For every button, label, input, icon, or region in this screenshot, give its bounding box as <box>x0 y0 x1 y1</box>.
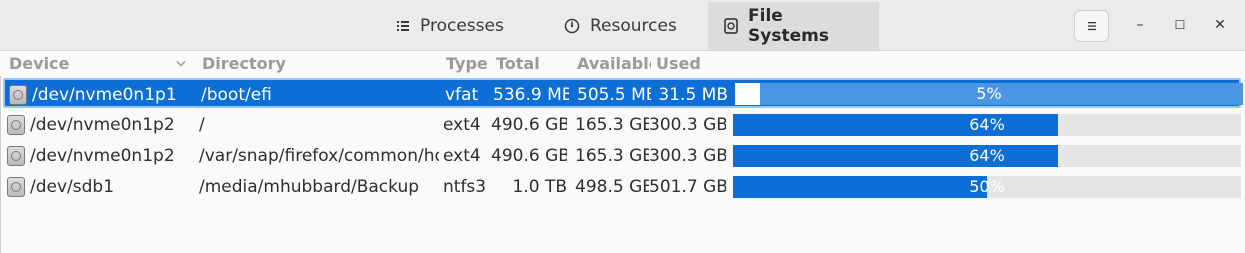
cell-device: /dev/sdb1 <box>30 177 115 197</box>
drive-icon <box>7 146 25 166</box>
cell-type: ext4 <box>443 146 481 166</box>
usage-bar: 64% <box>733 114 1241 136</box>
usage-percent: 64% <box>969 115 1005 134</box>
column-directory[interactable]: Directory <box>202 54 432 73</box>
maximize-button[interactable]: ☐ <box>1169 14 1191 36</box>
header-bar: Processes Resources File Systems – ☐ ✕ <box>0 0 1245 51</box>
usage-bar: 50% <box>733 176 1241 198</box>
cell-type: ext4 <box>443 115 481 135</box>
cell-used: 31.5 MB <box>658 85 728 105</box>
column-type[interactable]: Type <box>446 54 492 73</box>
usage-percent: 50% <box>969 177 1005 196</box>
column-used[interactable]: Used <box>656 54 726 73</box>
drive-icon <box>7 177 25 197</box>
cell-directory: /media/mhubbard/Backup <box>199 177 420 197</box>
cell-directory: /boot/efi <box>201 85 272 105</box>
cell-directory: / <box>199 115 205 135</box>
column-available[interactable]: Available <box>577 54 651 73</box>
cell-available: 165.3 GB <box>575 115 649 135</box>
cell-type: ntfs3 <box>443 177 487 197</box>
tab-label: Processes <box>420 16 504 36</box>
cell-used: 501.7 GB <box>649 177 726 197</box>
cell-total: 490.6 GB <box>491 115 567 135</box>
tab-label: File Systems <box>748 6 829 46</box>
maximize-icon: ☐ <box>1174 18 1186 32</box>
list-icon <box>397 21 409 31</box>
column-header: Device Directory Type Total Available Us… <box>0 52 1245 76</box>
cell-directory: /var/snap/firefox/common/host-hunspell <box>199 146 439 166</box>
hamburger-icon <box>1087 22 1096 31</box>
tab-label: Resources <box>590 16 677 36</box>
cell-available: 498.5 GB <box>575 177 649 197</box>
sort-chevron-down-icon <box>176 61 186 67</box>
cell-used: 300.3 GB <box>649 146 726 166</box>
minimize-button[interactable]: – <box>1129 14 1151 36</box>
usage-bar: 5% <box>735 83 1243 105</box>
cell-total: 490.6 GB <box>491 146 567 166</box>
cell-available: 505.5 MB <box>577 85 651 105</box>
cell-device: /dev/nvme0n1p2 <box>30 146 175 166</box>
cell-type: vfat <box>445 85 479 105</box>
table-row[interactable]: /dev/nvme0n1p1/boot/efi vfat 536.9 MB 505.5… <box>3 78 1243 108</box>
close-button[interactable]: ✕ <box>1209 14 1231 36</box>
tab-processes[interactable]: Processes <box>380 2 526 50</box>
cell-device: /dev/nvme0n1p2 <box>30 115 175 135</box>
tab-resources[interactable]: Resources <box>548 2 698 50</box>
column-device[interactable]: Device <box>9 54 189 73</box>
main-menu-button[interactable] <box>1074 10 1109 42</box>
usage-percent: 5% <box>976 84 1002 103</box>
table-row[interactable]: /dev/nvme0n1p2 / ext4 490.6 GB 165.3 GB 300.3… <box>3 110 1241 140</box>
cell-total: 1.0 TB <box>512 177 568 197</box>
usage-bar: 64% <box>733 145 1241 167</box>
table-row[interactable]: /dev/nvme0n1p2/var/snap/firefox/common/h… <box>3 141 1241 171</box>
column-total[interactable]: Total <box>496 54 566 73</box>
tab-file-systems[interactable]: File Systems <box>708 2 879 50</box>
window-edge <box>0 52 1 253</box>
close-icon: ✕ <box>1214 17 1226 33</box>
cell-used: 300.3 GB <box>649 115 726 135</box>
cell-device: /dev/nvme0n1p1 <box>32 85 177 105</box>
drive-icon <box>7 115 25 135</box>
disk-icon <box>724 18 738 34</box>
table-row[interactable]: /dev/sdb1/media/mhubbard/Backup ntfs3 1.0 … <box>3 172 1241 202</box>
cell-total: 536.9 MB <box>493 85 569 105</box>
drive-icon <box>9 85 27 105</box>
gauge-icon <box>564 18 580 34</box>
cell-available: 165.3 GB <box>575 146 649 166</box>
usage-percent: 64% <box>969 146 1005 165</box>
minimize-icon: – <box>1136 17 1144 33</box>
